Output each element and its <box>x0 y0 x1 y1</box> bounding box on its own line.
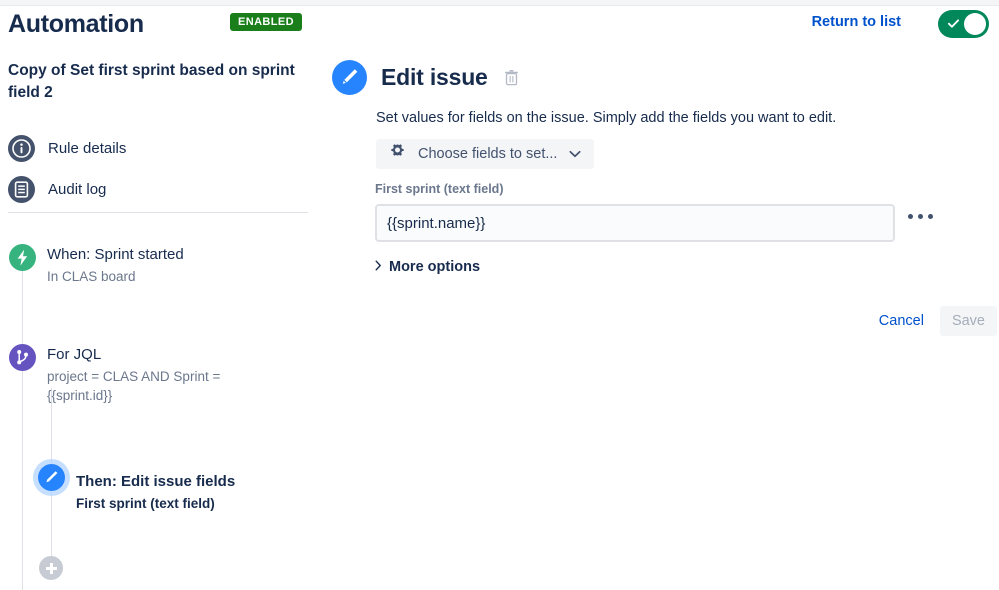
rule-enabled-toggle[interactable] <box>938 10 989 38</box>
more-options-toggle[interactable]: More options <box>375 258 480 276</box>
tree-node-then-edit-issue-fields[interactable]: Then: Edit issue fields First sprint (te… <box>76 472 316 513</box>
tree-node-subtitle: project = CLAS AND Sprint = {{sprint.id}… <box>47 369 221 403</box>
main-panel-description: Set values for fields on the issue. Simp… <box>376 110 837 126</box>
info-icon <box>8 134 35 162</box>
page-title: Automation <box>8 10 144 38</box>
more-options-label: More options <box>389 259 481 275</box>
automation-rule-editor: Automation ENABLED Return to list Copy o… <box>0 0 999 590</box>
pencil-icon <box>332 60 367 95</box>
chevron-right-icon <box>375 258 382 276</box>
toggle-knob <box>964 13 986 35</box>
pencil-icon <box>38 464 65 491</box>
tree-node-subtitle: In CLAS board <box>47 269 136 284</box>
tree-node-when-sprint-started[interactable]: When: Sprint started In CLAS board <box>47 245 297 286</box>
top-edge-strip <box>0 0 999 6</box>
main-panel-title: Edit issue <box>381 64 488 90</box>
main-panel: Edit issue Set values for fields on the … <box>330 48 999 590</box>
dot <box>928 214 933 219</box>
cancel-button[interactable]: Cancel <box>867 306 936 336</box>
sidebar-divider <box>8 212 308 213</box>
tree-node-title: For JQL <box>47 346 102 363</box>
more-options-icon[interactable] <box>908 214 933 219</box>
gear-icon <box>389 143 406 165</box>
branch-icon <box>9 344 36 371</box>
tree-node-subtitle: First sprint (text field) <box>76 496 215 511</box>
sidebar-item-audit-log[interactable]: Audit log <box>8 173 308 205</box>
audit-log-icon <box>8 175 35 203</box>
trash-icon[interactable] <box>504 69 519 86</box>
lightning-icon <box>9 244 36 271</box>
rule-name: Copy of Set first sprint based on sprint… <box>8 62 295 101</box>
sidebar-item-label: Audit log <box>48 180 107 198</box>
field-label-first-sprint: First sprint (text field) <box>375 182 504 196</box>
return-to-list-link[interactable]: Return to list <box>812 14 901 30</box>
tree-node-title: When: Sprint started <box>47 246 184 263</box>
main-panel-header: Edit issue <box>332 60 519 95</box>
status-badge: ENABLED <box>230 13 302 31</box>
dot <box>908 214 913 219</box>
tree-node-title: Then: Edit issue fields <box>76 473 236 490</box>
check-icon <box>947 19 960 28</box>
save-button[interactable]: Save <box>939 306 997 336</box>
dot <box>918 214 923 219</box>
sidebar-item-label: Rule details <box>48 139 127 157</box>
tree-node-for-jql[interactable]: For JQL project = CLAS AND Sprint = {{sp… <box>47 345 297 405</box>
plus-icon <box>45 562 57 574</box>
choose-fields-dropdown[interactable]: Choose fields to set... <box>376 139 595 169</box>
sidebar-item-rule-details[interactable]: Rule details <box>8 132 308 164</box>
tree-trunk-line <box>22 260 23 590</box>
action-buttons: Cancel Save <box>375 306 997 336</box>
add-component-button[interactable] <box>39 556 63 580</box>
choose-fields-label: Choose fields to set... <box>418 146 558 162</box>
first-sprint-input[interactable] <box>375 204 895 242</box>
sidebar: Copy of Set first sprint based on sprint… <box>0 48 325 590</box>
chevron-down-icon <box>569 145 581 163</box>
